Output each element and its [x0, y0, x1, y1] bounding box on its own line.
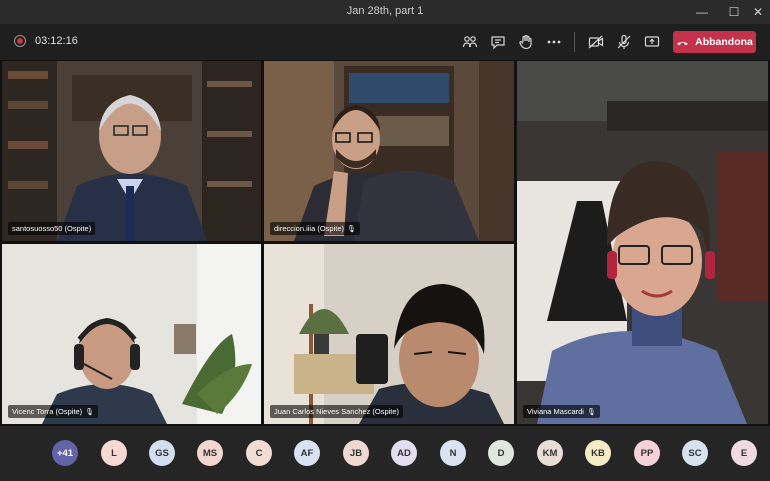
participants-button[interactable]	[458, 30, 482, 54]
participant-roster: +41 L GS MS C AF JB AD N D KM KB PP SC E	[0, 426, 770, 481]
video-tile-vicenc-torra[interactable]: Vicenc Torra (Ospite) 🎙	[2, 244, 261, 424]
participant-avatar[interactable]: PP	[634, 440, 660, 466]
participant-video	[264, 61, 514, 241]
chat-button[interactable]	[486, 30, 510, 54]
muted-mic-icon: 🎙	[347, 225, 356, 233]
participant-avatar[interactable]: E	[731, 440, 757, 466]
leave-button-label: Abbandona	[695, 36, 753, 48]
title-bar: Jan 28th, part 1 — ☐ ✕	[0, 0, 770, 24]
participant-avatar[interactable]: MS	[197, 440, 223, 466]
close-button[interactable]: ✕	[746, 0, 770, 24]
more-participants-avatar[interactable]: +41	[52, 440, 78, 466]
participant-name-badge: direccion.iiia (Ospite) 🎙	[270, 222, 360, 235]
more-actions-icon	[547, 40, 561, 44]
share-screen-button[interactable]	[640, 30, 664, 54]
participant-video	[2, 61, 261, 241]
participant-name-badge: santosuosso50 (Ospite)	[8, 222, 96, 235]
participant-name-badge: Viviana Mascardi 🎙	[523, 405, 600, 418]
toolbar-divider	[574, 32, 575, 52]
more-actions-button[interactable]	[542, 30, 566, 54]
participant-avatar[interactable]: D	[488, 440, 514, 466]
video-stage: santosuosso50 (Ospite) direccion.iiia (O…	[0, 60, 770, 426]
participant-avatar[interactable]: JB	[343, 440, 369, 466]
video-tile-viviana-mascardi[interactable]: Viviana Mascardi 🎙	[517, 61, 768, 424]
meeting-timer: 03:12:16	[35, 35, 78, 47]
maximize-button[interactable]: ☐	[722, 0, 746, 24]
participant-name: direccion.iiia (Ospite)	[274, 224, 345, 233]
participants-icon	[462, 36, 478, 48]
participant-name: Vicenc Torra (Ospite)	[12, 407, 83, 416]
mic-toggle-button[interactable]	[612, 30, 636, 54]
participant-avatar[interactable]: KB	[585, 440, 611, 466]
video-tile-juan-carlos-nieves-sanchez[interactable]: Juan Carlos Nieves Sanchez (Ospite)	[264, 244, 514, 424]
participant-name: Juan Carlos Nieves Sanchez (Ospite)	[274, 407, 400, 416]
recording-indicator-icon	[14, 35, 26, 47]
participant-name: Viviana Mascardi	[527, 407, 584, 416]
participant-avatar[interactable]: SC	[682, 440, 708, 466]
participant-name-badge: Vicenc Torra (Ospite) 🎙	[8, 405, 99, 418]
share-screen-icon	[644, 36, 660, 47]
participant-name: santosuosso50 (Ospite)	[12, 224, 92, 233]
chat-icon	[491, 36, 505, 50]
muted-mic-icon: 🎙	[85, 408, 95, 416]
participant-avatar[interactable]: L	[101, 440, 127, 466]
camera-off-icon	[588, 35, 604, 49]
raise-hand-icon	[519, 34, 532, 50]
participant-video	[517, 61, 768, 424]
phone-hangup-icon	[677, 41, 688, 45]
participant-name-badge: Juan Carlos Nieves Sanchez (Ospite)	[270, 405, 404, 418]
mic-off-icon	[617, 34, 631, 49]
raise-hand-button[interactable]	[514, 30, 538, 54]
video-tile-direccion-iiia[interactable]: direccion.iiia (Ospite) 🎙	[264, 61, 514, 241]
window-title: Jan 28th, part 1	[346, 5, 424, 17]
participant-avatar[interactable]: C	[246, 440, 272, 466]
participant-avatar[interactable]: AF	[294, 440, 320, 466]
participant-video	[264, 244, 514, 424]
camera-toggle-button[interactable]	[584, 30, 608, 54]
participant-video	[2, 244, 261, 424]
video-tile-santosuosso50[interactable]: santosuosso50 (Ospite)	[2, 61, 261, 241]
muted-mic-icon: 🎙	[586, 408, 596, 416]
participant-avatar[interactable]: AD	[391, 440, 417, 466]
participant-avatar[interactable]: N	[440, 440, 466, 466]
participant-avatar[interactable]: KM	[537, 440, 563, 466]
participant-avatar[interactable]: GS	[149, 440, 175, 466]
meeting-toolbar: 03:12:16 Abbandona	[0, 24, 770, 60]
leave-button[interactable]: Abbandona	[673, 31, 756, 53]
minimize-button[interactable]: —	[690, 0, 714, 24]
